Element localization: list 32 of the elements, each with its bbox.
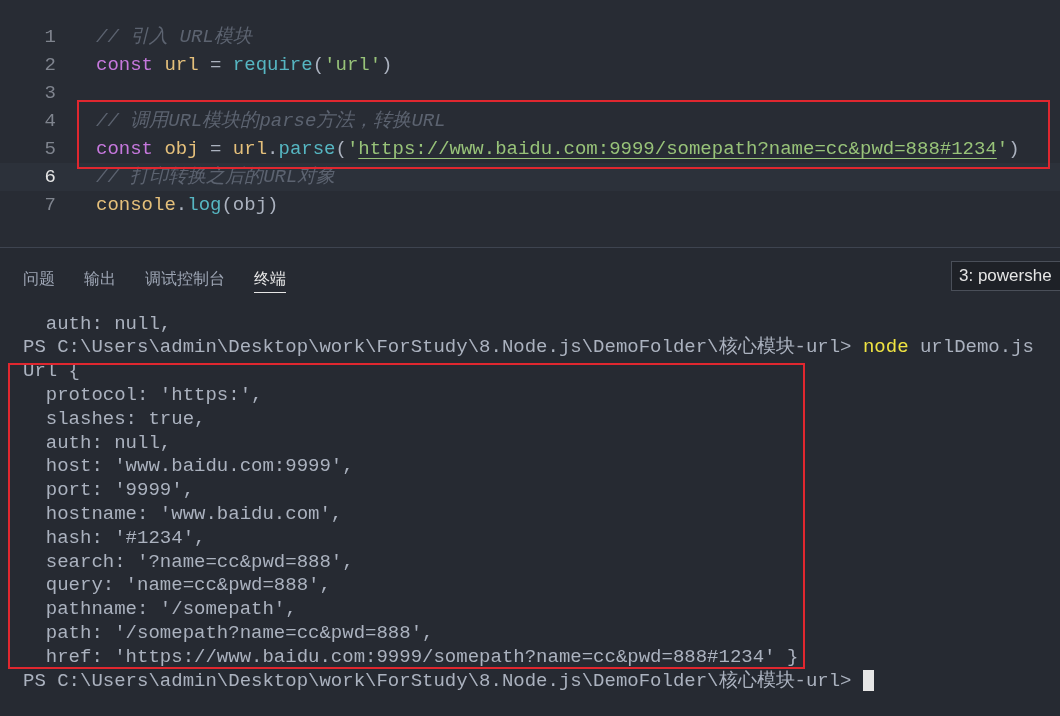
code-line: // 调用URL模块的parse方法，转换URL — [96, 108, 446, 134]
terminal-line: host: 'www.baidu.com:9999', — [44, 454, 354, 480]
panel-tab[interactable]: 问题 — [23, 259, 55, 293]
terminal-line: auth: null, — [44, 311, 172, 337]
panel-tab[interactable]: 终端 — [254, 259, 286, 293]
line-number: 3 — [43, 80, 56, 106]
panel-tab[interactable]: 输出 — [84, 259, 116, 293]
terminal-line: port: '9999', — [44, 478, 195, 504]
line-number: 7 — [43, 192, 56, 218]
terminal-line: hostname: 'www.baidu.com', — [44, 502, 343, 528]
line-number: 4 — [43, 108, 56, 134]
terminal-line: path: '/somepath?name=cc&pwd=888', — [44, 621, 434, 646]
code-line: const url = require('url') — [96, 52, 393, 78]
terminal-line: search: '?name=cc&pwd=888', — [44, 549, 354, 575]
terminal-line: PS C:\Users\admin\Desktop\work\ForStudy\8.Node.js\DemoFolder\核心模块-url> — [23, 668, 853, 694]
terminal-line: protocol: 'https:', — [44, 383, 263, 409]
terminal-line: query: 'name=cc&pwd=888', — [44, 573, 331, 599]
terminal-line: slashes: true, — [44, 406, 206, 432]
terminal-line: pathname: '/somepath', — [44, 597, 297, 623]
terminal-line: auth: null, — [44, 430, 172, 456]
terminal-line: PS C:\Users\admin\Desktop\work\ForStudy\8.Node.js\DemoFolder\核心模块-url> node urlDemo.js — [23, 335, 1034, 361]
line-number: 1 — [43, 24, 56, 50]
panel-tab[interactable]: 调试控制台 — [145, 259, 225, 293]
line-number: 2 — [43, 52, 56, 78]
terminal-line: href: 'https://www.baidu.com:9999/somepath?name=cc&pwd=888#1234' } — [44, 644, 799, 670]
terminal-dropdown[interactable]: 3: powershe — [951, 261, 1060, 291]
code-line: // 引入 URL模块 — [96, 24, 252, 50]
line-number: 6 — [43, 164, 56, 190]
code-line: const obj = url.parse('https://www.baidu.com:9999/somepath?name=cc&pwd=888#1234') — [96, 136, 1020, 162]
line-number: 5 — [43, 136, 56, 162]
code-line: console.log(obj) — [96, 192, 279, 218]
terminal-line: hash: '#1234', — [44, 525, 206, 551]
